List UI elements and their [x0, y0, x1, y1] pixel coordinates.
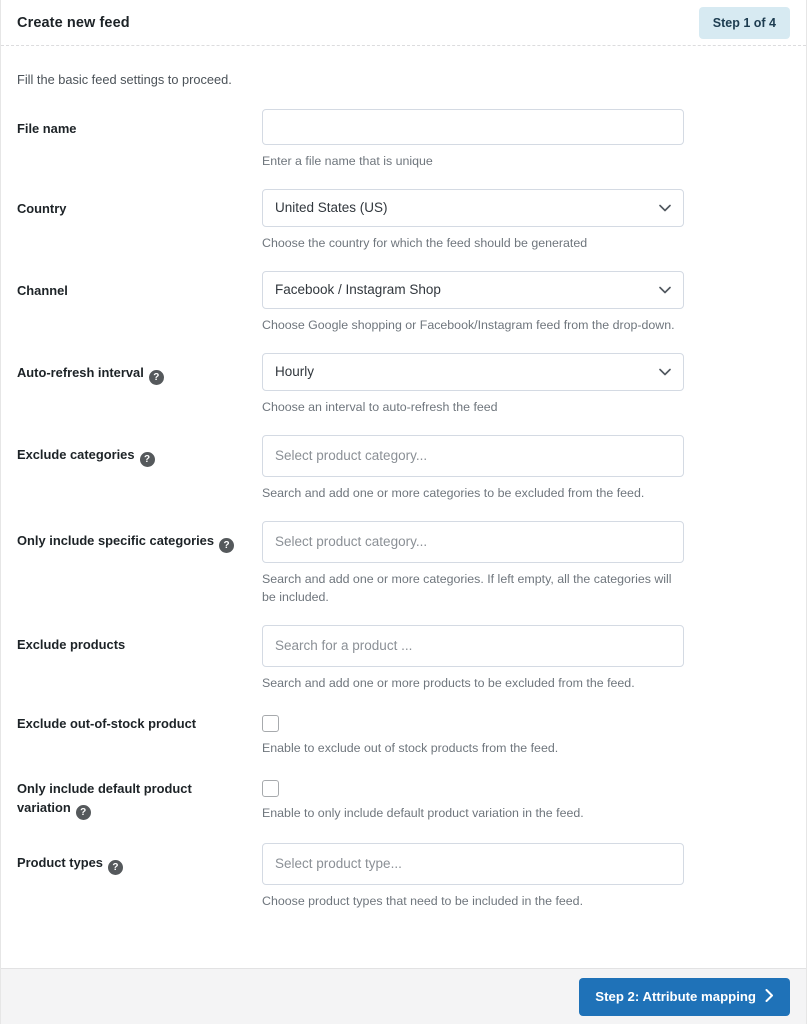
label-product-types: Product types?	[17, 843, 262, 875]
hint-exclude-products: Search and add one or more products to b…	[262, 675, 635, 690]
create-feed-panel: Create new feed Step 1 of 4 Fill the bas…	[0, 0, 807, 1024]
channel-select[interactable]: Facebook / Instagram Shop	[262, 270, 684, 309]
hint-file-name: Enter a file name that is unique	[262, 154, 433, 168]
field-row-include-categories: Only include specific categories? Search…	[17, 520, 790, 607]
label-text: Only include default product variation	[17, 780, 192, 816]
auto-refresh-select[interactable]: Hourly	[262, 352, 684, 391]
label-text: Product types	[17, 854, 103, 870]
row-spacer	[17, 823, 790, 843]
label-text: Country	[17, 200, 67, 216]
row-spacer	[17, 693, 790, 713]
help-icon[interactable]: ?	[148, 369, 164, 385]
hint-country: Choose the country for which the feed sh…	[262, 235, 588, 250]
field-row-channel: Channel Facebook / Instagram Shop Choose…	[17, 270, 790, 335]
default-variation-checkbox[interactable]	[262, 779, 279, 797]
exclude-categories-input[interactable]	[262, 434, 684, 477]
auto-refresh-select-wrap: Hourly	[262, 352, 684, 391]
row-spacer	[17, 417, 790, 435]
panel-footer: Step 2: Attribute mapping	[1, 968, 806, 1024]
row-spacer	[17, 253, 790, 271]
field-row-exclude-out-of-stock: Exclude out-of-stock product Enable to e…	[17, 713, 790, 758]
help-icon[interactable]: ?	[219, 537, 235, 553]
row-spacer	[17, 503, 790, 521]
label-text: File name	[17, 121, 77, 136]
step-badge: Step 1 of 4	[698, 6, 790, 39]
country-select[interactable]: United States (US)	[262, 188, 684, 227]
channel-select-wrap: Facebook / Instagram Shop	[262, 270, 684, 309]
label-text: Channel	[17, 282, 68, 298]
hint-include-categories: Search and add one or more categories. I…	[262, 571, 672, 604]
label-text: Only include specific categories	[17, 532, 215, 548]
hint-exclude-out-of-stock: Enable to exclude out of stock products …	[262, 740, 559, 755]
help-icon[interactable]: ?	[107, 859, 123, 875]
country-select-wrap: United States (US)	[262, 188, 684, 227]
label-country: Country	[17, 189, 262, 218]
field-row-auto-refresh: Auto-refresh interval? Hourly Choose an …	[17, 352, 790, 417]
label-text: Exclude products	[17, 636, 126, 652]
label-exclude-products: Exclude products	[17, 625, 262, 654]
field-row-exclude-products: Exclude products Search and add one or m…	[17, 624, 790, 693]
next-step-label: Step 2: Attribute mapping	[595, 989, 756, 1004]
exclude-out-of-stock-checkbox[interactable]	[262, 714, 279, 732]
row-spacer	[17, 758, 790, 778]
field-row-exclude-categories: Exclude categories? Search and add one o…	[17, 434, 790, 503]
hint-channel: Choose Google shopping or Facebook/Insta…	[262, 317, 675, 332]
page-title: Create new feed	[17, 14, 130, 31]
label-text: Auto-refresh interval	[17, 364, 144, 380]
hint-exclude-categories: Search and add one or more categories to…	[262, 485, 645, 500]
file-name-input[interactable]	[262, 109, 684, 145]
row-spacer	[17, 607, 790, 625]
label-exclude-out-of-stock: Exclude out-of-stock product	[17, 713, 262, 733]
panel-header: Create new feed Step 1 of 4	[1, 0, 806, 46]
label-file-name: File name	[17, 109, 262, 138]
chevron-right-icon	[765, 988, 774, 1005]
field-row-country: Country United States (US) Choose the co…	[17, 188, 790, 253]
label-channel: Channel	[17, 271, 262, 300]
field-row-file-name: File name Enter a file name that is uniq…	[17, 109, 790, 171]
hint-default-variation: Enable to only include default product v…	[262, 805, 584, 820]
field-row-product-types: Product types? Choose product types that…	[17, 842, 790, 911]
hint-auto-refresh: Choose an interval to auto-refresh the f…	[262, 399, 498, 414]
next-step-button[interactable]: Step 2: Attribute mapping	[579, 977, 790, 1016]
label-text: Exclude out-of-stock product	[17, 715, 197, 731]
label-text: Exclude categories	[17, 446, 135, 462]
exclude-products-input[interactable]	[262, 624, 684, 667]
label-include-categories: Only include specific categories?	[17, 521, 262, 553]
help-icon[interactable]: ?	[75, 805, 91, 821]
row-spacer	[17, 171, 790, 189]
label-default-variation: Only include default product variation?	[17, 778, 262, 821]
label-auto-refresh: Auto-refresh interval?	[17, 353, 262, 385]
panel-body: Fill the basic feed settings to proceed.…	[1, 46, 806, 968]
field-row-default-variation: Only include default product variation? …	[17, 778, 790, 823]
hint-product-types: Choose product types that need to be inc…	[262, 893, 584, 908]
include-categories-input[interactable]	[262, 520, 684, 563]
row-spacer	[17, 335, 790, 353]
label-exclude-categories: Exclude categories?	[17, 435, 262, 467]
intro-text: Fill the basic feed settings to proceed.	[17, 72, 232, 87]
help-icon[interactable]: ?	[139, 451, 155, 467]
product-types-input[interactable]	[262, 842, 684, 885]
